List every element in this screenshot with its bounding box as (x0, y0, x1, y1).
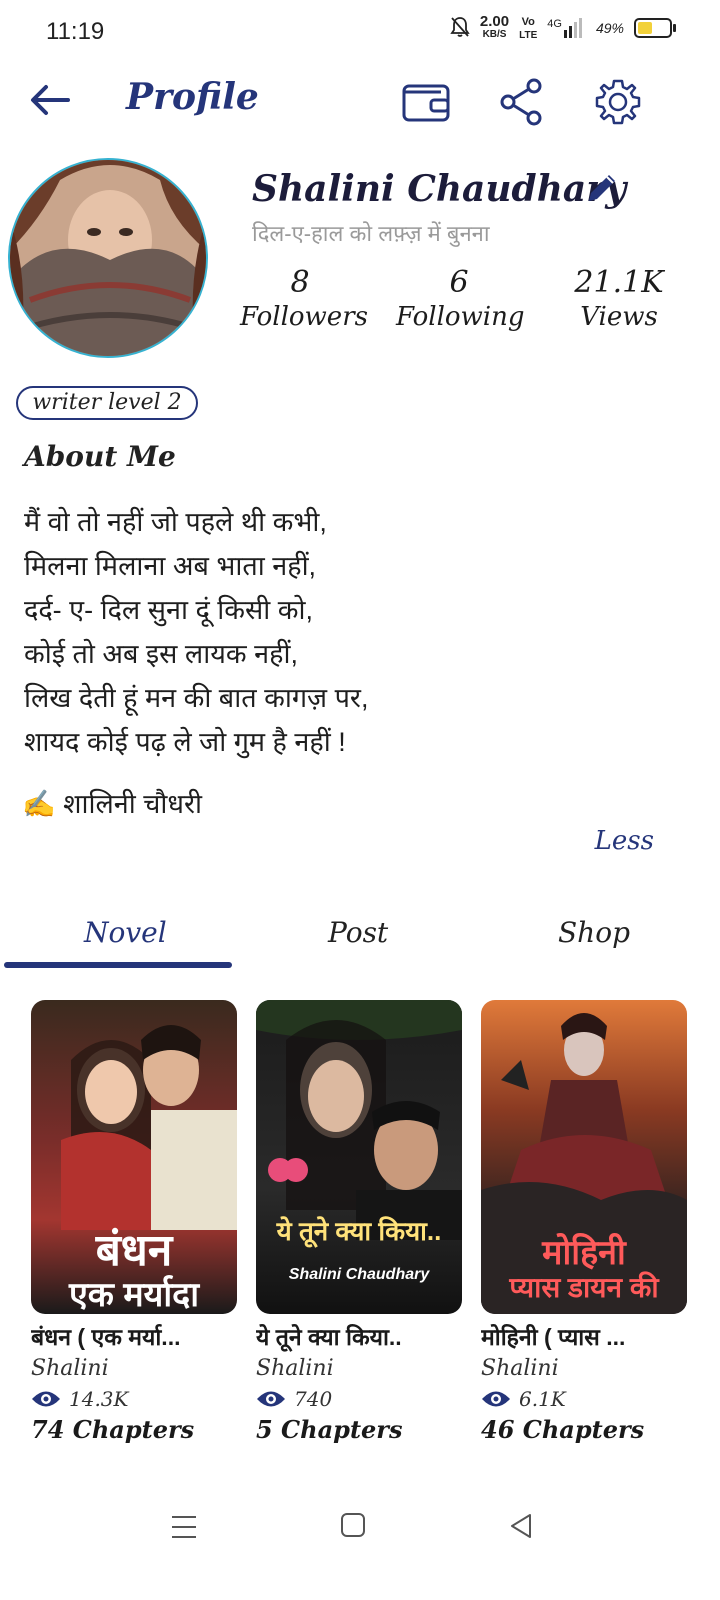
square-icon (341, 1513, 365, 1537)
recent-apps-button[interactable] (170, 1514, 198, 1544)
signal-icon: 4G (547, 18, 586, 38)
tab-novel[interactable]: Novel (84, 916, 167, 949)
wallet-icon (402, 84, 450, 122)
book-author: Shalini (481, 1356, 559, 1381)
about-heading: About Me (24, 440, 176, 473)
share-button[interactable] (492, 72, 552, 132)
home-button[interactable] (340, 1512, 366, 1542)
profile-tagline: दिल-ए-हाल को लफ़्ज़ में बुनना (252, 221, 490, 246)
stat-label: Following (396, 302, 525, 332)
stat-value: 8 (290, 265, 310, 300)
signature: ✍️ शालिनी चौधरी (22, 784, 202, 821)
triangle-back-icon (511, 1514, 531, 1538)
back-button[interactable] (20, 70, 80, 130)
cover-subtitle: Shalini Chaudhary (288, 1266, 430, 1283)
book-views: 740 (256, 1387, 462, 1411)
stat-value: 6 (449, 265, 469, 300)
status-bar: 11:19 2.00 KB/S Vo LTE 4G 49% (0, 0, 720, 64)
avatar[interactable] (8, 158, 208, 358)
book-card[interactable]: मोहिनी प्यास डायन की मोहिनी ( प्यास ... … (481, 1000, 687, 1444)
net-speed: 2.00 KB/S (479, 13, 510, 40)
stat-value: 21.1K (574, 265, 664, 300)
writer-level-badge: writer level 2 (16, 386, 198, 420)
less-link[interactable]: Less (595, 826, 654, 856)
stat-views: 21.1K Views (566, 266, 672, 334)
stat-followers[interactable]: 8 Followers (240, 265, 368, 334)
page-title: Profile (126, 76, 259, 118)
book-card[interactable]: बंधन एक मर्यादा बंधन ( एक मर्या... Shali… (31, 1000, 237, 1444)
status-icons: 2.00 KB/S Vo LTE 4G 49% (450, 13, 676, 42)
book-chapters: 74 Chapters (31, 1415, 195, 1444)
wallet-button[interactable] (396, 72, 456, 132)
book-author: Shalini (31, 1356, 109, 1381)
profile-name: Shalini Chaudhary (252, 168, 627, 210)
views-count: 6.1K (519, 1387, 566, 1411)
tab-indicator (4, 962, 232, 968)
share-icon (500, 78, 542, 126)
views-count: 740 (294, 1387, 333, 1411)
tab-post[interactable]: Post (328, 916, 388, 949)
battery-percent: 49% (595, 20, 624, 36)
views-count: 14.3K (69, 1387, 129, 1411)
battery-icon (634, 18, 676, 38)
menu-icon (172, 1516, 196, 1538)
edit-profile-button[interactable] (578, 164, 626, 212)
book-cover[interactable]: बंधन एक मर्यादा (31, 1000, 237, 1314)
status-time: 11:19 (46, 18, 105, 45)
writing-hand-icon: ✍️ (22, 789, 56, 819)
book-title: ये तूने क्या किया.. (256, 1324, 402, 1350)
about-text: मैं वो तो नहीं जो पहले थी कभी, मिलना मिल… (24, 507, 369, 757)
gear-icon (595, 79, 641, 125)
settings-button[interactable] (588, 72, 648, 132)
book-author: Shalini (256, 1356, 334, 1381)
eye-icon (32, 1391, 60, 1407)
pencil-icon (589, 175, 615, 201)
book-cover[interactable]: मोहिनी प्यास डायन की (481, 1000, 687, 1314)
back-arrow-icon (31, 85, 70, 115)
eye-icon (482, 1391, 510, 1407)
book-chapters: 46 Chapters (481, 1415, 645, 1444)
book-chapters: 5 Chapters (256, 1415, 403, 1444)
system-nav-bar (0, 1500, 720, 1560)
tab-shop[interactable]: Shop (558, 916, 630, 949)
eye-icon (257, 1391, 285, 1407)
stat-label: Views (580, 302, 658, 332)
cover-title: ये तूने क्या किया.. (276, 1216, 442, 1246)
book-title: मोहिनी ( प्यास ... (481, 1324, 626, 1350)
book-card[interactable]: ये तूने क्या किया.. Shalini Chaudhary ये… (256, 1000, 462, 1444)
book-cover[interactable]: ये तूने क्या किया.. Shalini Chaudhary (256, 1000, 462, 1314)
cover-subtitle: प्यास डायन की (509, 1272, 659, 1303)
stat-label: Followers (240, 302, 368, 332)
book-title: बंधन ( एक मर्या... (31, 1324, 181, 1350)
signature-text: शालिनी चौधरी (63, 789, 203, 819)
cover-subtitle: एक मर्यादा (68, 1276, 200, 1314)
mute-bell-icon (450, 16, 470, 41)
stat-following[interactable]: 6 Following (396, 265, 525, 334)
volte-indicator: Vo LTE (519, 16, 538, 41)
cover-title: बंधन (95, 1226, 173, 1275)
back-nav-button[interactable] (508, 1512, 534, 1544)
book-views: 14.3K (31, 1387, 237, 1411)
book-views: 6.1K (481, 1387, 687, 1411)
